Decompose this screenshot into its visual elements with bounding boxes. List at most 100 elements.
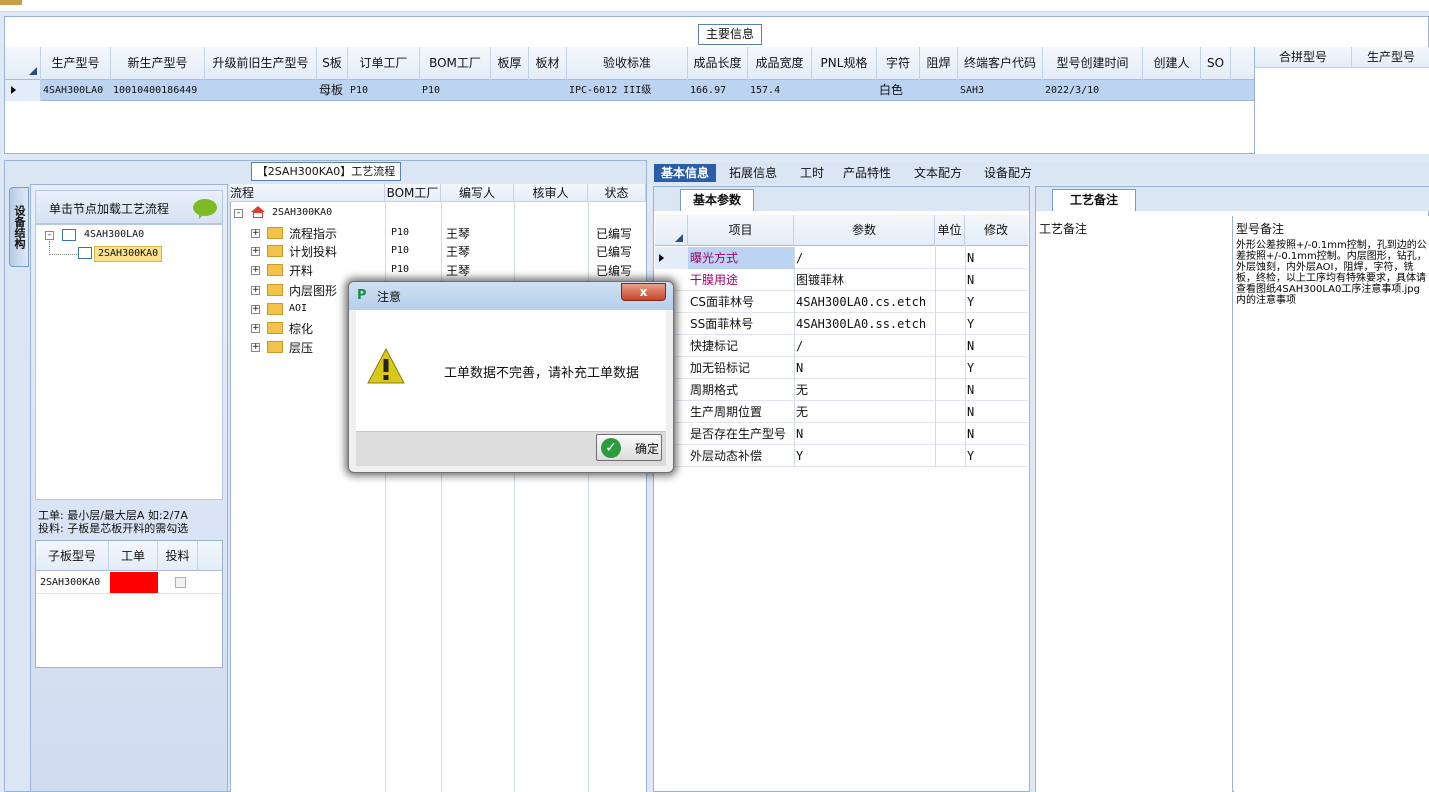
param-value[interactable]: 无 (794, 401, 935, 423)
cell-customer-code[interactable]: SAH3 (958, 80, 1043, 101)
col-item[interactable]: 项目 (688, 215, 794, 246)
col-new-production-model[interactable]: 新生产型号 (111, 47, 205, 80)
col-work-order[interactable]: 工单 (109, 541, 158, 571)
sub-grid-row[interactable]: 2SAH300KA0 (36, 572, 222, 594)
expand-icon[interactable]: + (251, 305, 260, 314)
param-value[interactable]: 4SAH300LA0.cs.etch (794, 291, 935, 313)
ok-button[interactable]: ✓ 确定 (596, 434, 662, 461)
expand-icon[interactable]: + (251, 343, 260, 352)
param-row[interactable]: 干膜用途 图镀菲林 N (655, 269, 1028, 291)
col-feed[interactable]: 投料 (158, 541, 198, 571)
param-modify[interactable]: Y (965, 313, 1027, 335)
flow-row[interactable]: + 内层图形 (251, 281, 351, 299)
param-modify[interactable]: Y (965, 357, 1027, 379)
tab-process-remarks[interactable]: 工艺备注 (1052, 189, 1136, 211)
tab-basic-info[interactable]: 基本信息 (654, 164, 716, 182)
side-tab-equipment-structure[interactable]: 设备结构 (9, 187, 29, 267)
col-finished-width[interactable]: 成品宽度 (748, 47, 812, 80)
flow-row[interactable]: + 计划投料 P10 王琴 已编写 (251, 242, 646, 260)
col-s-board[interactable]: S板 (317, 47, 348, 80)
param-row[interactable]: SS面菲林号 4SAH300LA0.ss.etch Y (655, 313, 1028, 335)
col-customer-code[interactable]: 终端客户代码 (958, 47, 1043, 80)
cell-work-order-error[interactable] (110, 572, 158, 593)
param-row[interactable]: 周期格式 无 N (655, 379, 1028, 401)
param-row[interactable]: 是否存在生产型号 N N (655, 423, 1028, 445)
cell-finished-length[interactable]: 166.97 (688, 80, 748, 101)
cell-order-factory[interactable]: P10 (348, 80, 420, 101)
cell-legend[interactable]: 白色 (877, 80, 920, 101)
param-modify[interactable]: N (965, 335, 1027, 357)
param-modify[interactable]: Y (965, 291, 1027, 313)
param-value[interactable]: Y (794, 445, 935, 467)
cell-sub-model[interactable]: 2SAH300KA0 (40, 577, 100, 588)
col-flow[interactable]: 流程 (230, 184, 385, 202)
expand-icon[interactable]: + (251, 266, 260, 275)
col-writer[interactable]: 编写人 (441, 184, 514, 202)
param-value[interactable]: 图镀菲林 (794, 269, 935, 291)
col-pnl-spec[interactable]: PNL规格 (812, 47, 877, 80)
col-legend[interactable]: 字符 (877, 47, 920, 80)
param-row[interactable]: 快捷标记 / N (655, 335, 1028, 357)
flow-row[interactable]: + 棕化 (251, 319, 351, 337)
param-modify[interactable]: N (965, 247, 1027, 269)
expand-icon[interactable]: + (251, 286, 260, 295)
col-finished-length[interactable]: 成品长度 (688, 47, 748, 80)
col-order-factory[interactable]: 订单工厂 (348, 47, 420, 80)
flow-row[interactable]: + 开料 P10 王琴 已编写 (251, 261, 646, 279)
tab-work-hours[interactable]: 工时 (800, 164, 824, 182)
col-old-production-model[interactable]: 升级前旧生产型号 (205, 47, 317, 80)
col-acceptance-standard[interactable]: 验收标准 (567, 47, 688, 80)
cell-created-time[interactable]: 2022/3/10 (1043, 80, 1143, 101)
col-created-time[interactable]: 型号创建时间 (1043, 47, 1143, 80)
param-value[interactable]: N (794, 423, 935, 445)
col-merge-production-model[interactable]: 生产型号 (1352, 47, 1429, 68)
col-bom-factory[interactable]: BOM工厂 (420, 47, 491, 80)
cell-production-model[interactable]: 4SAH300LA0 (41, 80, 111, 101)
cell-finished-width[interactable]: 157.4 (748, 80, 812, 101)
tab-text-recipe[interactable]: 文本配方 (914, 164, 962, 182)
tab-basic-params[interactable]: 基本参数 (680, 189, 754, 211)
flow-row[interactable]: + AOI (251, 300, 351, 318)
col-sub-model[interactable]: 子板型号 (36, 541, 109, 571)
tab-extended-info[interactable]: 拓展信息 (729, 164, 777, 182)
tab-product-features[interactable]: 产品特性 (843, 164, 891, 182)
flow-row[interactable]: + 流程指示 P10 王琴 已编写 (251, 224, 646, 242)
col-solder-mask[interactable]: 阻焊 (920, 47, 958, 80)
param-modify[interactable]: N (965, 269, 1027, 291)
param-row[interactable]: 加无铅标记 N Y (655, 357, 1028, 379)
cell-s-board[interactable]: 母板 (317, 80, 348, 101)
param-value[interactable]: N (794, 357, 935, 379)
param-value[interactable]: / (794, 335, 935, 357)
param-modify[interactable]: Y (965, 445, 1027, 467)
col-production-model[interactable]: 生产型号 (41, 47, 111, 80)
expand-icon[interactable]: + (251, 247, 260, 256)
cell-bom-factory[interactable]: P10 (420, 80, 491, 101)
process-remark-box[interactable]: 工艺备注 (1036, 216, 1233, 792)
col-material[interactable]: 板材 (529, 47, 567, 80)
param-row[interactable]: 生产周期位置 无 N (655, 401, 1028, 423)
tree-node-selected[interactable]: 2SAH300KA0 (94, 246, 163, 262)
param-modify[interactable]: N (965, 379, 1027, 401)
param-row[interactable]: 曝光方式 / N (655, 247, 1028, 269)
col-reviewer[interactable]: 核审人 (514, 184, 588, 202)
col-param[interactable]: 参数 (794, 215, 935, 246)
speech-bubble-icon[interactable] (193, 199, 217, 216)
param-modify[interactable]: N (965, 423, 1027, 445)
collapse-icon[interactable]: - (234, 209, 243, 218)
feed-checkbox[interactable] (175, 577, 186, 588)
cell-new-production-model[interactable]: 10010400186449 (111, 80, 205, 101)
col-creator[interactable]: 创建人 (1143, 47, 1201, 80)
param-modify[interactable]: N (965, 401, 1027, 423)
col-so[interactable]: SO (1201, 47, 1231, 80)
param-value[interactable]: 4SAH300LA0.ss.etch (794, 313, 935, 335)
tree-node-parent[interactable]: 4SAH300LA0 (84, 229, 144, 240)
param-value[interactable]: / (794, 247, 935, 269)
col-status[interactable]: 状态 (588, 184, 646, 202)
param-row[interactable]: CS面菲林号 4SAH300LA0.cs.etch Y (655, 291, 1028, 313)
param-row[interactable]: 外层动态补偿 Y Y (655, 445, 1028, 467)
tab-equipment-recipe[interactable]: 设备配方 (984, 164, 1032, 182)
col-modify[interactable]: 修改 (965, 215, 1027, 246)
flow-root[interactable]: 2SAH300KA0 (272, 207, 332, 218)
col-unit[interactable]: 单位 (935, 215, 965, 246)
collapse-icon[interactable]: - (45, 231, 54, 240)
